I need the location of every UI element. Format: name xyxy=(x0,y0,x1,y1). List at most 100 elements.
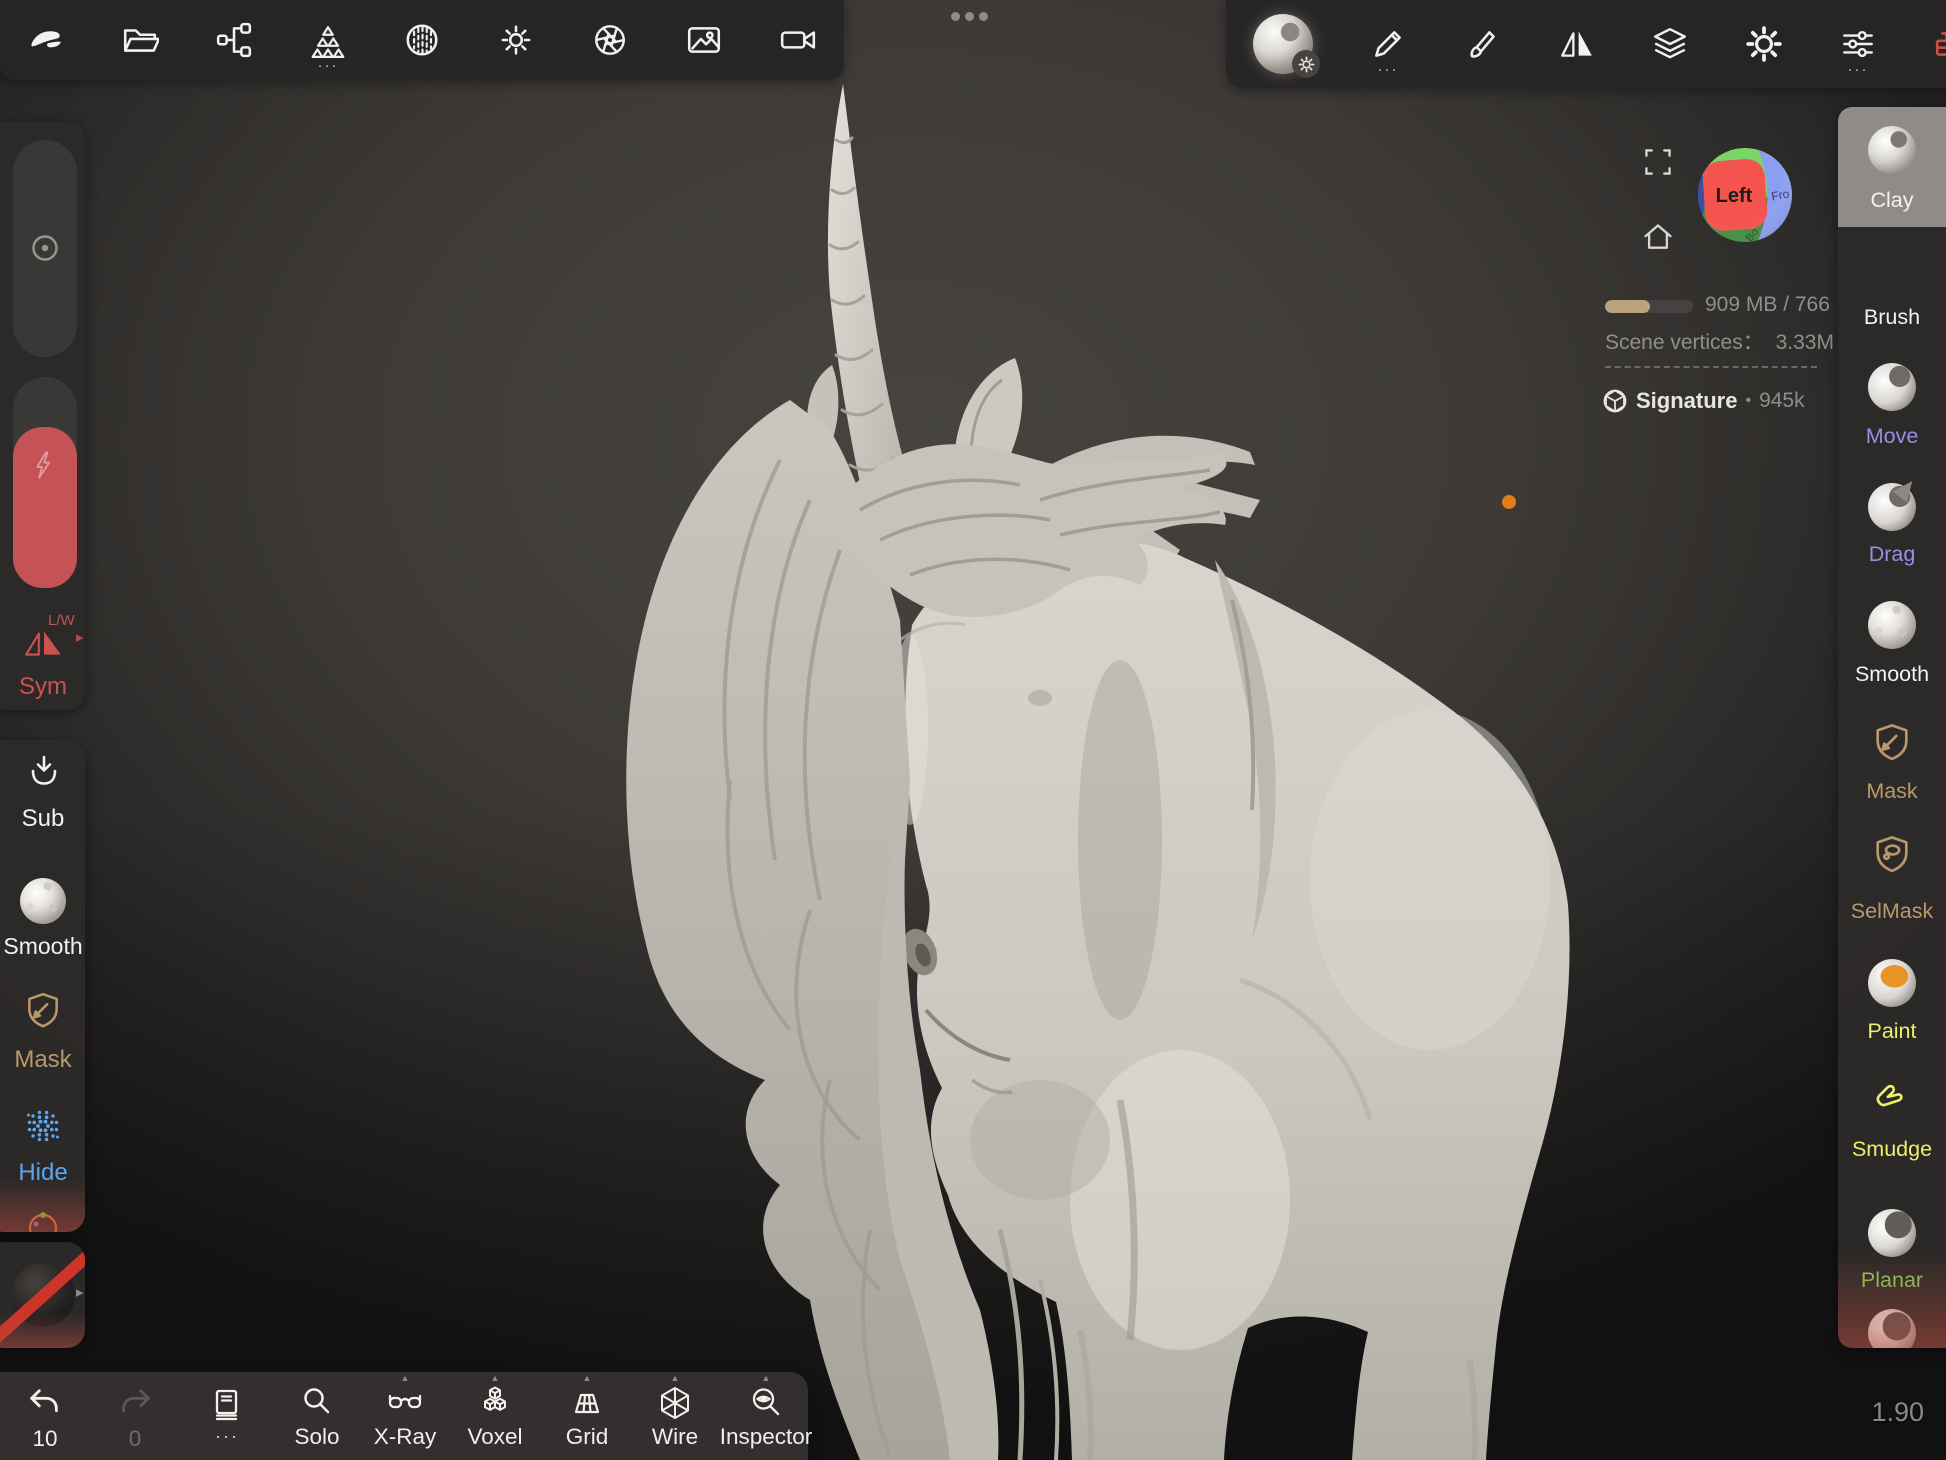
symmetry-mirror-button[interactable] xyxy=(1556,16,1596,72)
solo-button[interactable]: Solo xyxy=(279,1372,355,1460)
sub-button[interactable]: Sub xyxy=(0,746,85,846)
smooth-button[interactable]: Smooth xyxy=(0,868,85,973)
folder-icon xyxy=(121,21,159,59)
pages-more-dots: ··· xyxy=(215,1426,239,1447)
pages-button[interactable]: ··· xyxy=(189,1372,265,1460)
layers-button[interactable] xyxy=(1650,16,1690,72)
top-left-toolbar: ··· xyxy=(0,0,844,80)
wire-label: Wire xyxy=(652,1424,698,1450)
voxel-label: Voxel xyxy=(467,1424,522,1450)
quick-actions-panel: Sub Smooth Mask Hide xyxy=(0,740,85,1232)
home-view-button[interactable] xyxy=(1642,221,1674,256)
material-gear-badge xyxy=(1292,50,1320,78)
mask-shield-icon xyxy=(22,990,64,1032)
tool-label-smooth: Smooth xyxy=(1838,662,1946,687)
symmetry-line-flyout-arrow[interactable]: ▸ xyxy=(76,1283,84,1301)
smooth-label: Smooth xyxy=(1,933,85,960)
smooth-tool-icon xyxy=(1868,601,1916,649)
orientation-gizmo-ball[interactable]: Left Fro Bo xyxy=(1697,147,1793,246)
toolbox-icon xyxy=(1933,25,1946,63)
xray-label: X-Ray xyxy=(374,1424,437,1450)
fullscreen-icon xyxy=(1642,146,1674,178)
gear-icon xyxy=(1745,25,1783,63)
mask-shield-icon xyxy=(1870,721,1914,765)
scene-vertices: Scene vertices： 3.33M xyxy=(1605,326,1834,356)
topology-button[interactable]: ··· xyxy=(308,12,348,68)
symmetry-line-toggle-panel: ▸ xyxy=(0,1242,85,1348)
sun-icon xyxy=(497,21,535,59)
layers-icon xyxy=(1651,25,1689,63)
symmetry-label: Sym xyxy=(1,673,85,701)
lighting-button[interactable] xyxy=(496,12,536,68)
memory-progress-bar xyxy=(1605,300,1693,313)
hide-button[interactable]: Hide xyxy=(0,1096,85,1204)
post-process-button[interactable] xyxy=(590,12,630,68)
app-logo-button[interactable] xyxy=(26,12,66,68)
scene-graph-button[interactable] xyxy=(214,12,254,68)
tool-selmask[interactable]: SelMask xyxy=(1838,815,1946,932)
inspector-eye-icon xyxy=(748,1385,784,1421)
tool-label-paint: Paint xyxy=(1838,1019,1946,1044)
tool-move[interactable]: Move xyxy=(1838,344,1946,461)
tool-clay[interactable]: Clay xyxy=(1838,107,1946,227)
tool-brush[interactable]: Brush xyxy=(1838,227,1946,344)
symmetry-line-toggle[interactable] xyxy=(0,1242,85,1348)
signature-label: Signature xyxy=(1636,388,1737,414)
material-matcap-button[interactable] xyxy=(402,12,442,68)
dot xyxy=(979,12,988,21)
redo-button[interactable]: 0 xyxy=(97,1372,173,1460)
voxel-button[interactable]: ▲ Voxel xyxy=(457,1372,533,1460)
fullscreen-button[interactable] xyxy=(1642,146,1674,181)
xray-button[interactable]: ▲ X-Ray xyxy=(367,1372,443,1460)
radius-slider[interactable] xyxy=(13,140,77,357)
tool-next-partial[interactable] xyxy=(1838,1284,1946,1348)
settings-button[interactable] xyxy=(1744,16,1784,72)
mask-button[interactable]: Mask xyxy=(0,982,85,1087)
tool-drag[interactable]: Drag xyxy=(1838,462,1946,579)
tool-mask[interactable]: Mask xyxy=(1838,697,1946,814)
image-icon xyxy=(685,21,723,59)
redo-count: 0 xyxy=(129,1426,142,1452)
solo-label: Solo xyxy=(294,1424,339,1450)
tool-paint[interactable]: Paint xyxy=(1838,932,1946,1049)
viewport-canvas[interactable] xyxy=(0,0,1946,1460)
dot xyxy=(951,12,960,21)
grid-icon xyxy=(569,1385,605,1421)
files-button[interactable] xyxy=(120,12,160,68)
paint-tools-button[interactable] xyxy=(1462,16,1502,72)
scene-graph-icon xyxy=(215,21,253,59)
pencil-tools-button[interactable]: ··· xyxy=(1368,16,1408,72)
signature-row[interactable]: Signature • 945k xyxy=(1602,388,1805,414)
background-image-button[interactable] xyxy=(684,12,724,68)
memory-progress-fill xyxy=(1605,300,1650,313)
toolbox-button[interactable] xyxy=(1932,16,1946,72)
signature-dot: • xyxy=(1745,392,1751,410)
tool-smudge[interactable]: Smudge xyxy=(1838,1050,1946,1167)
canvas-menu-dots[interactable] xyxy=(951,12,988,21)
stats-divider xyxy=(1605,366,1817,368)
symmetry-flyout-arrow[interactable]: ▸ xyxy=(76,628,84,646)
mirror-icon xyxy=(1557,25,1595,63)
inspector-button[interactable]: ▲ Inspector xyxy=(728,1372,804,1460)
tool-palette: Clay Brush Move Drag Smooth Mask xyxy=(1838,107,1946,1348)
tool-planar[interactable]: Planar xyxy=(1838,1167,1946,1284)
tool-smooth[interactable]: Smooth xyxy=(1838,580,1946,697)
top-right-toolbar: ··· ··· xyxy=(1226,0,1946,88)
adjust-sliders-button[interactable]: ··· xyxy=(1838,16,1878,72)
grid-button[interactable]: ▲ Grid xyxy=(549,1372,625,1460)
redo-icon xyxy=(116,1385,154,1423)
topology-more-dots: ··· xyxy=(318,61,339,71)
brush-tool-icon xyxy=(1868,246,1916,294)
active-material-button[interactable] xyxy=(1252,8,1314,80)
tool-label-smudge: Smudge xyxy=(1838,1137,1946,1162)
wireframe-icon xyxy=(657,1385,693,1421)
symmetry-button[interactable] xyxy=(22,626,64,661)
undo-button[interactable]: 10 xyxy=(7,1372,83,1460)
memory-text: 909 MB / 766 M xyxy=(1705,293,1836,317)
wire-button[interactable]: ▲ Wire xyxy=(637,1372,713,1460)
selmask-shield-icon xyxy=(1870,833,1914,877)
inspector-label: Inspector xyxy=(720,1424,813,1450)
pencil-more-dots: ··· xyxy=(1378,65,1399,75)
camera-button[interactable] xyxy=(778,12,818,68)
intensity-slider[interactable] xyxy=(13,377,77,588)
